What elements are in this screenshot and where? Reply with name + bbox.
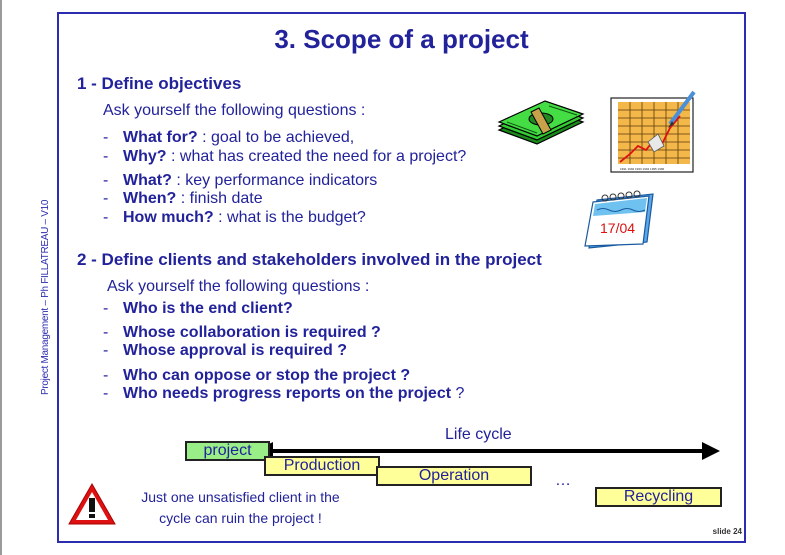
bullet-dash: - — [103, 129, 109, 146]
list-item: Whose approval is required ? — [123, 342, 348, 359]
list-item: How much? : what is the budget? — [123, 209, 366, 226]
list-item: Whose collaboration is required ? — [123, 324, 381, 341]
growth-chart-icon: 1991 1992 1993 1994 1995 1996 — [610, 90, 696, 173]
calendar-date: 17/04 — [600, 220, 636, 236]
list-item: Who needs progress reports on the projec… — [123, 385, 465, 402]
warning-text: Just one unsatisfied client in the cycle… — [141, 489, 340, 526]
left-edge-line — [0, 0, 2, 555]
phase-recycling-box: Recycling — [595, 487, 722, 507]
side-footer-text: Project Management – Ph FILLATREAU – V10 — [40, 199, 51, 395]
phase-operation-box: Operation — [376, 466, 532, 486]
list-item: Why? : what has created the need for a p… — [123, 148, 467, 165]
bullet-dash: - — [103, 367, 109, 384]
bullet-dash: - — [103, 385, 109, 402]
list-item: What? : key performance indicators — [123, 172, 378, 189]
phase-production-box: Production — [264, 456, 380, 476]
bullet-dash: - — [103, 324, 109, 341]
list-item: What for? : goal to be achieved, — [123, 129, 355, 146]
list-item: When? : finish date — [123, 190, 263, 207]
bullet-dash: - — [103, 342, 109, 359]
bullet-dash: - — [103, 300, 109, 317]
bullet-dash: - — [103, 148, 109, 165]
bullet-dash: - — [103, 209, 109, 226]
section2-intro: Ask yourself the following questions : — [107, 278, 370, 295]
slide-number: slide 24 — [712, 527, 742, 536]
list-item: Who is the end client? — [123, 300, 293, 317]
bullet-dash: - — [103, 172, 109, 189]
section2-heading: 2 - Define clients and stakeholders invo… — [77, 250, 542, 269]
money-stack-icon — [497, 100, 585, 145]
section1-intro: Ask yourself the following questions : — [103, 102, 366, 119]
phase-project-box: project — [185, 441, 270, 461]
slide-title: 3. Scope of a project — [274, 24, 529, 54]
svg-text:1991 1992 1993 1994 1995 1996: 1991 1992 1993 1994 1995 1996 — [620, 167, 665, 171]
bullet-dash: - — [103, 190, 109, 207]
warning-icon — [68, 482, 116, 525]
lifecycle-ellipsis: … — [555, 472, 571, 489]
section1-heading: 1 - Define objectives — [77, 74, 242, 93]
list-item: Who can oppose or stop the project ? — [123, 367, 411, 384]
